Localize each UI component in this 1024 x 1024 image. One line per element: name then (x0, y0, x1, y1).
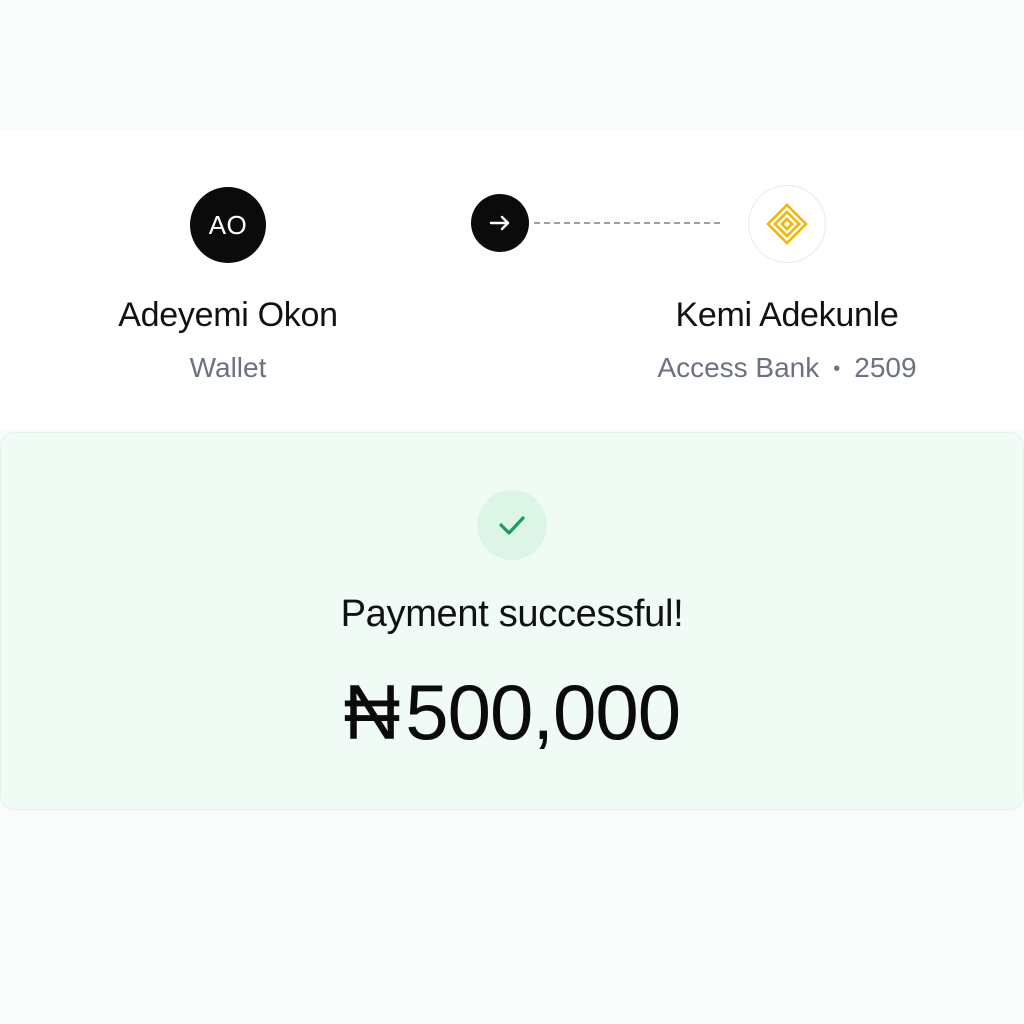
recipient-bank-name: Access Bank (657, 352, 820, 383)
currency-symbol: ₦ (343, 668, 400, 756)
recipient-name: Kemi Adekunle (675, 296, 899, 334)
amount-value: 500,000 (405, 668, 681, 756)
transfer-summary-card: AO Adeyemi Okon Wallet Kemi Adekunle Acc… (0, 130, 1024, 430)
payment-status-panel: Payment successful! ₦500,000 (0, 432, 1024, 810)
sender-name: Adeyemi Okon (118, 296, 338, 334)
payment-receipt-page: AO Adeyemi Okon Wallet Kemi Adekunle Acc… (0, 0, 1024, 1024)
recipient-bank-details: Access Bank • 2509 (607, 352, 967, 384)
payment-amount: ₦500,000 (1, 667, 1023, 758)
access-bank-diamond-icon (748, 185, 826, 263)
sender-avatar: AO (190, 187, 266, 263)
recipient-account-suffix: 2509 (854, 352, 917, 383)
arrow-right-icon (471, 194, 529, 252)
sender-account-type: Wallet (189, 352, 267, 383)
separator-dot: • (833, 358, 841, 381)
checkmark-icon (477, 490, 547, 560)
transfer-dashed-line (534, 222, 720, 224)
payment-status-message: Payment successful! (340, 593, 684, 635)
